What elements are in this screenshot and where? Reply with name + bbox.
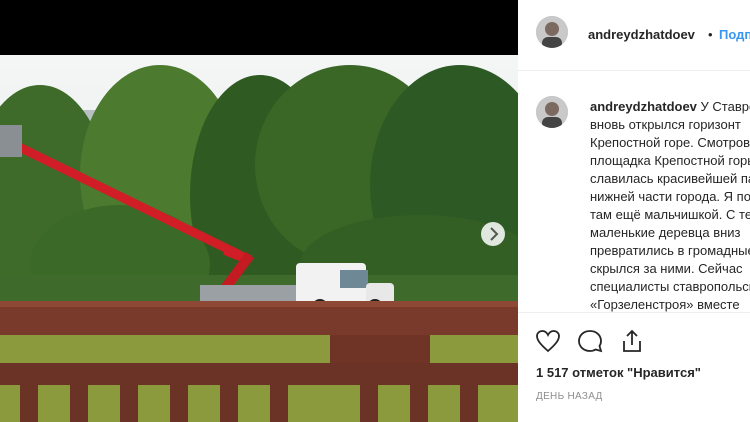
share-icon: [623, 329, 641, 352]
post-photo[interactable]: [0, 55, 518, 422]
comment-button[interactable]: [576, 327, 604, 355]
post-actions: 1 517 отметок "Нравится" ДЕНЬ НАЗАД: [518, 312, 750, 422]
caption-line-10: специалисты ставропольского: [590, 279, 750, 294]
caption-avatar[interactable]: [536, 96, 568, 128]
caption-line-4: славилась красивейшей панорамой: [590, 171, 750, 186]
comment-icon: [578, 330, 603, 353]
photo-scene: [0, 55, 518, 422]
caption-line-7: маленькие деревца вниз: [590, 225, 741, 240]
caption-line-9: скрылся за ними. Сейчас: [590, 261, 743, 276]
heart-icon: [536, 330, 560, 353]
share-button[interactable]: [618, 327, 646, 355]
avatar-icon: [536, 16, 568, 48]
likes-count[interactable]: 1 517 отметок "Нравится": [536, 365, 701, 380]
like-button[interactable]: [534, 327, 562, 355]
avatar[interactable]: [536, 16, 568, 48]
avatar-icon: [536, 96, 568, 128]
caption-line-2: Крепостной горе. Смотровая: [590, 135, 750, 150]
next-photo-button[interactable]: [481, 222, 505, 246]
post-side-panel: andreydzhatdoev • Подписаться andreydzha…: [518, 0, 750, 422]
header-separator: •: [708, 27, 713, 42]
caption-line-5: нижней части города. Я помню: [590, 189, 750, 204]
post-header: andreydzhatdoev • Подписаться: [518, 0, 750, 71]
post-timestamp[interactable]: ДЕНЬ НАЗАД: [536, 391, 603, 402]
caption-line-8: превратились в громадные деревья: [590, 243, 750, 258]
caption: andreydzhatdoev У Ставрополе вновь откры…: [590, 98, 750, 314]
caption-line-6: там ещё мальчишкой. С тех пор: [590, 207, 750, 222]
follow-button[interactable]: Подписаться: [719, 27, 750, 42]
header-username[interactable]: andreydzhatdoev: [588, 27, 695, 42]
caption-line-3: площадка Крепостной горы: [590, 153, 750, 168]
caption-line-0: У Ставрополе: [700, 99, 750, 114]
chevron-right-icon: [490, 227, 499, 241]
caption-line-1: вновь открылся горизонт: [590, 117, 741, 132]
caption-username[interactable]: andreydzhatdoev: [590, 99, 697, 114]
